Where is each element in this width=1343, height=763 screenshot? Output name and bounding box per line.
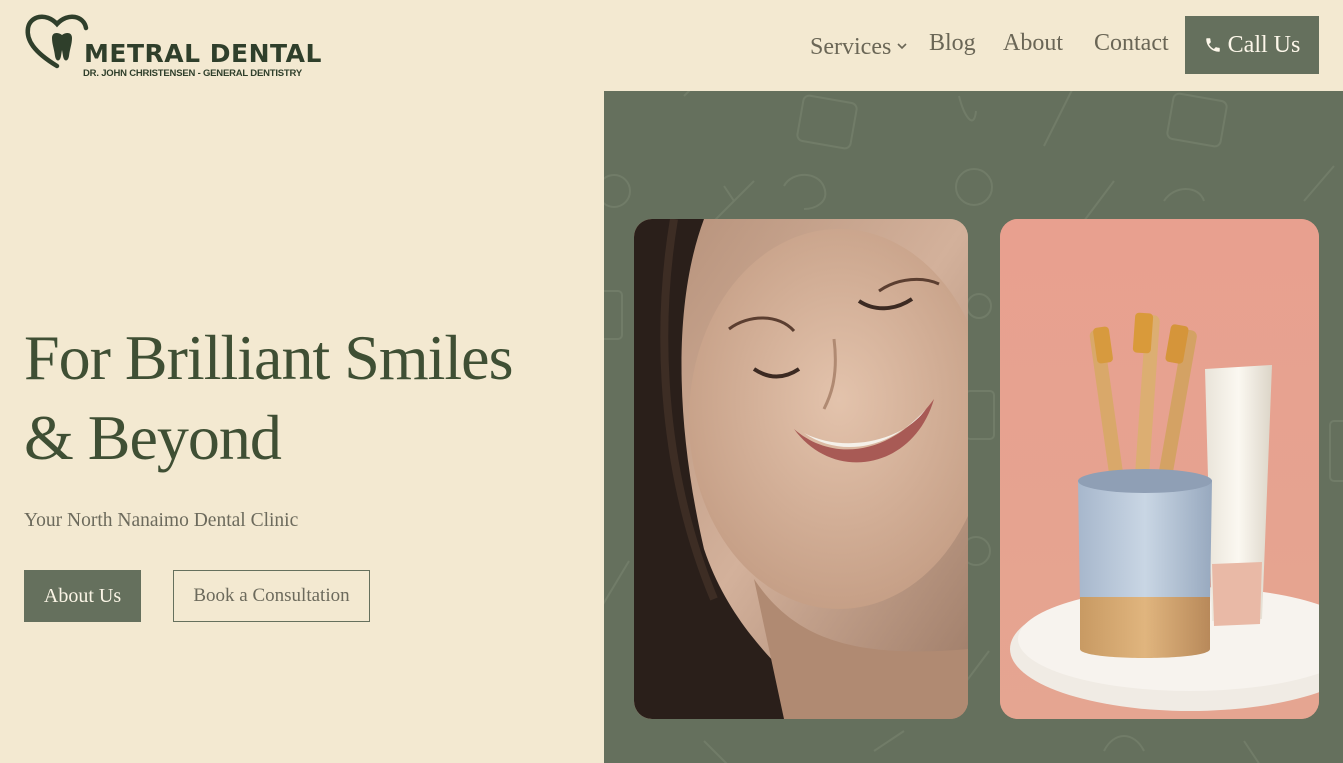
chevron-down-icon: [897, 30, 907, 57]
logo-tagline: DR. JOHN CHRISTENSEN - GENERAL DENTISTRY: [83, 68, 302, 79]
hero-image-panel: [604, 91, 1343, 763]
nav-services[interactable]: Services: [810, 30, 907, 61]
bamboo-toothbrushes-photo: [1000, 219, 1319, 719]
heart-tooth-icon: [25, 14, 89, 69]
hero-title-line1: For Brilliant Smiles: [24, 322, 513, 393]
hero-title-line2: & Beyond: [24, 402, 282, 473]
logo-name: METRAL DENTAL: [84, 39, 322, 68]
nav-services-label: Services: [810, 34, 892, 60]
call-us-label: Call Us: [1227, 31, 1301, 58]
about-us-button[interactable]: About Us: [24, 570, 141, 622]
hero-subtitle: Your North Nanaimo Dental Clinic: [24, 510, 299, 531]
smiling-woman-photo: [634, 219, 968, 719]
call-us-button[interactable]: Call Us: [1185, 16, 1319, 74]
phone-icon: [1205, 38, 1220, 52]
nav-blog[interactable]: Blog: [929, 30, 976, 57]
hero-title: For Brilliant Smiles & Beyond: [24, 318, 584, 478]
book-consultation-button[interactable]: Book a Consultation: [173, 570, 370, 622]
nav-contact[interactable]: Contact: [1094, 30, 1169, 57]
site-logo[interactable]: METRAL DENTAL DR. JOHN CHRISTENSEN - GEN…: [24, 12, 324, 82]
nav-about[interactable]: About: [1003, 30, 1063, 57]
